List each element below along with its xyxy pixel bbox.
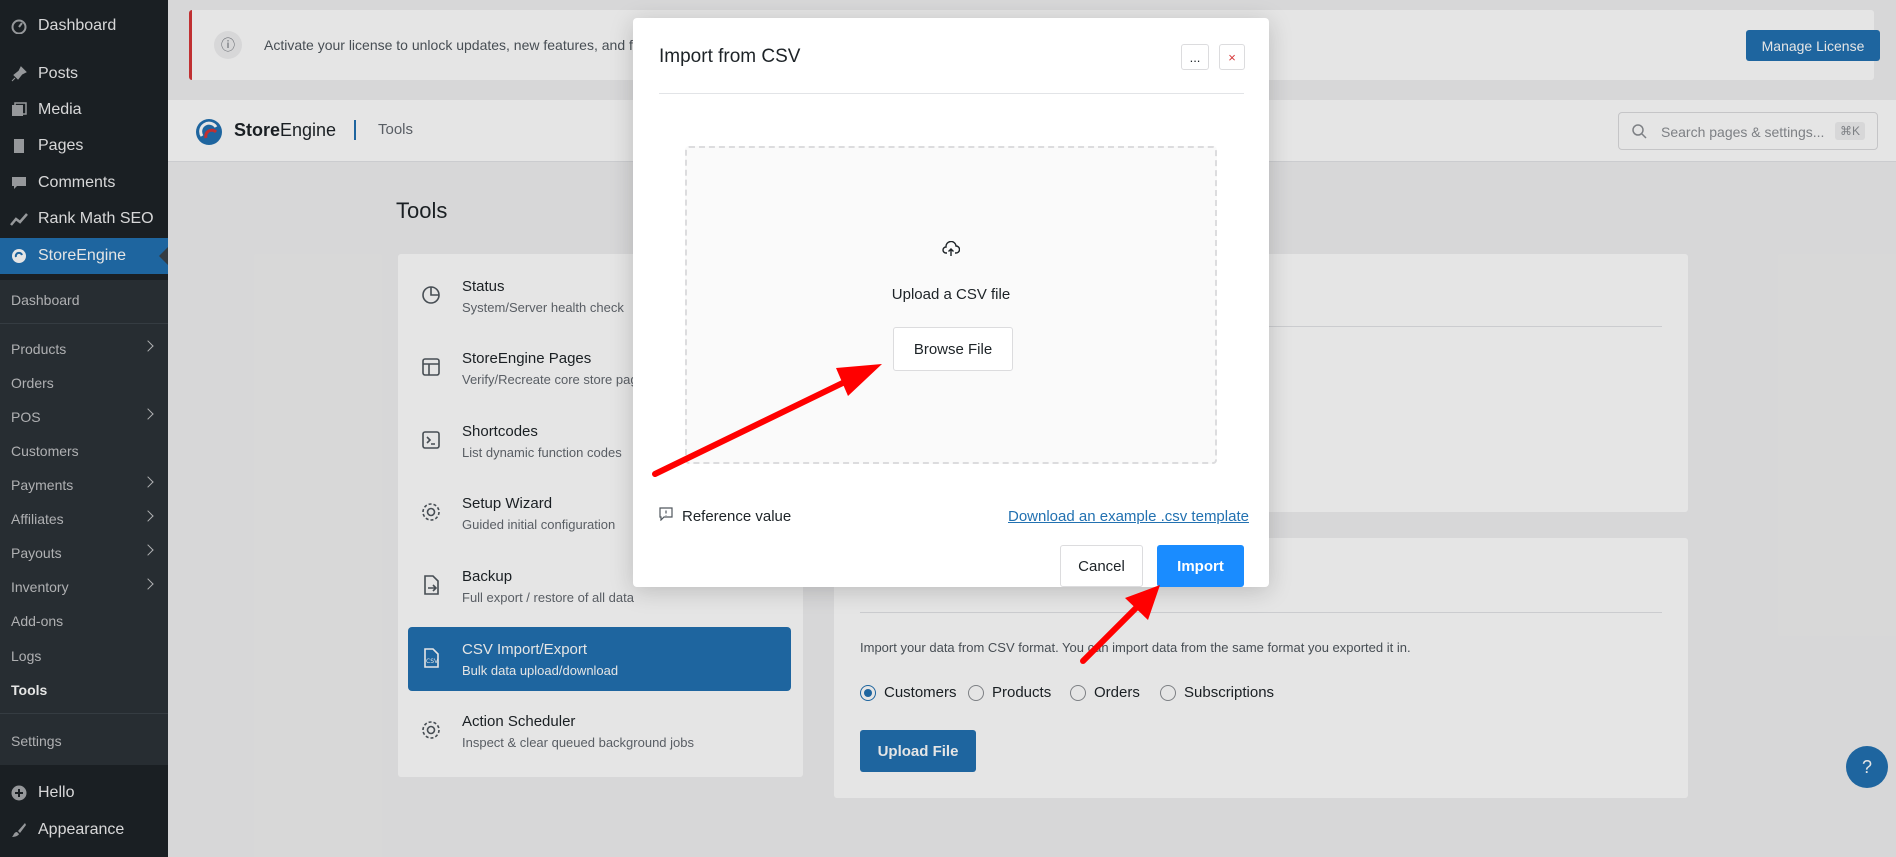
import-button[interactable]: Import [1157,545,1244,587]
cloud-upload-icon [942,241,960,256]
reference-value-label[interactable]: Reference value [682,508,791,525]
download-template-link[interactable]: Download an example .csv template [1008,508,1249,525]
close-button[interactable]: × [1219,44,1245,70]
cancel-button[interactable]: Cancel [1060,545,1143,587]
more-icon: ... [1189,49,1201,65]
browse-file-button[interactable]: Browse File [893,327,1013,371]
import-csv-modal: Import from CSV ... × Upload a CSV file … [633,18,1269,587]
modal-title: Import from CSV [659,46,801,67]
modal-divider [659,93,1244,94]
file-dropzone[interactable]: Upload a CSV file Browse File [685,146,1217,464]
reference-icon [659,507,673,521]
close-icon: × [1228,49,1236,65]
dropzone-label: Upload a CSV file [891,286,1011,303]
more-options-button[interactable]: ... [1181,44,1209,70]
